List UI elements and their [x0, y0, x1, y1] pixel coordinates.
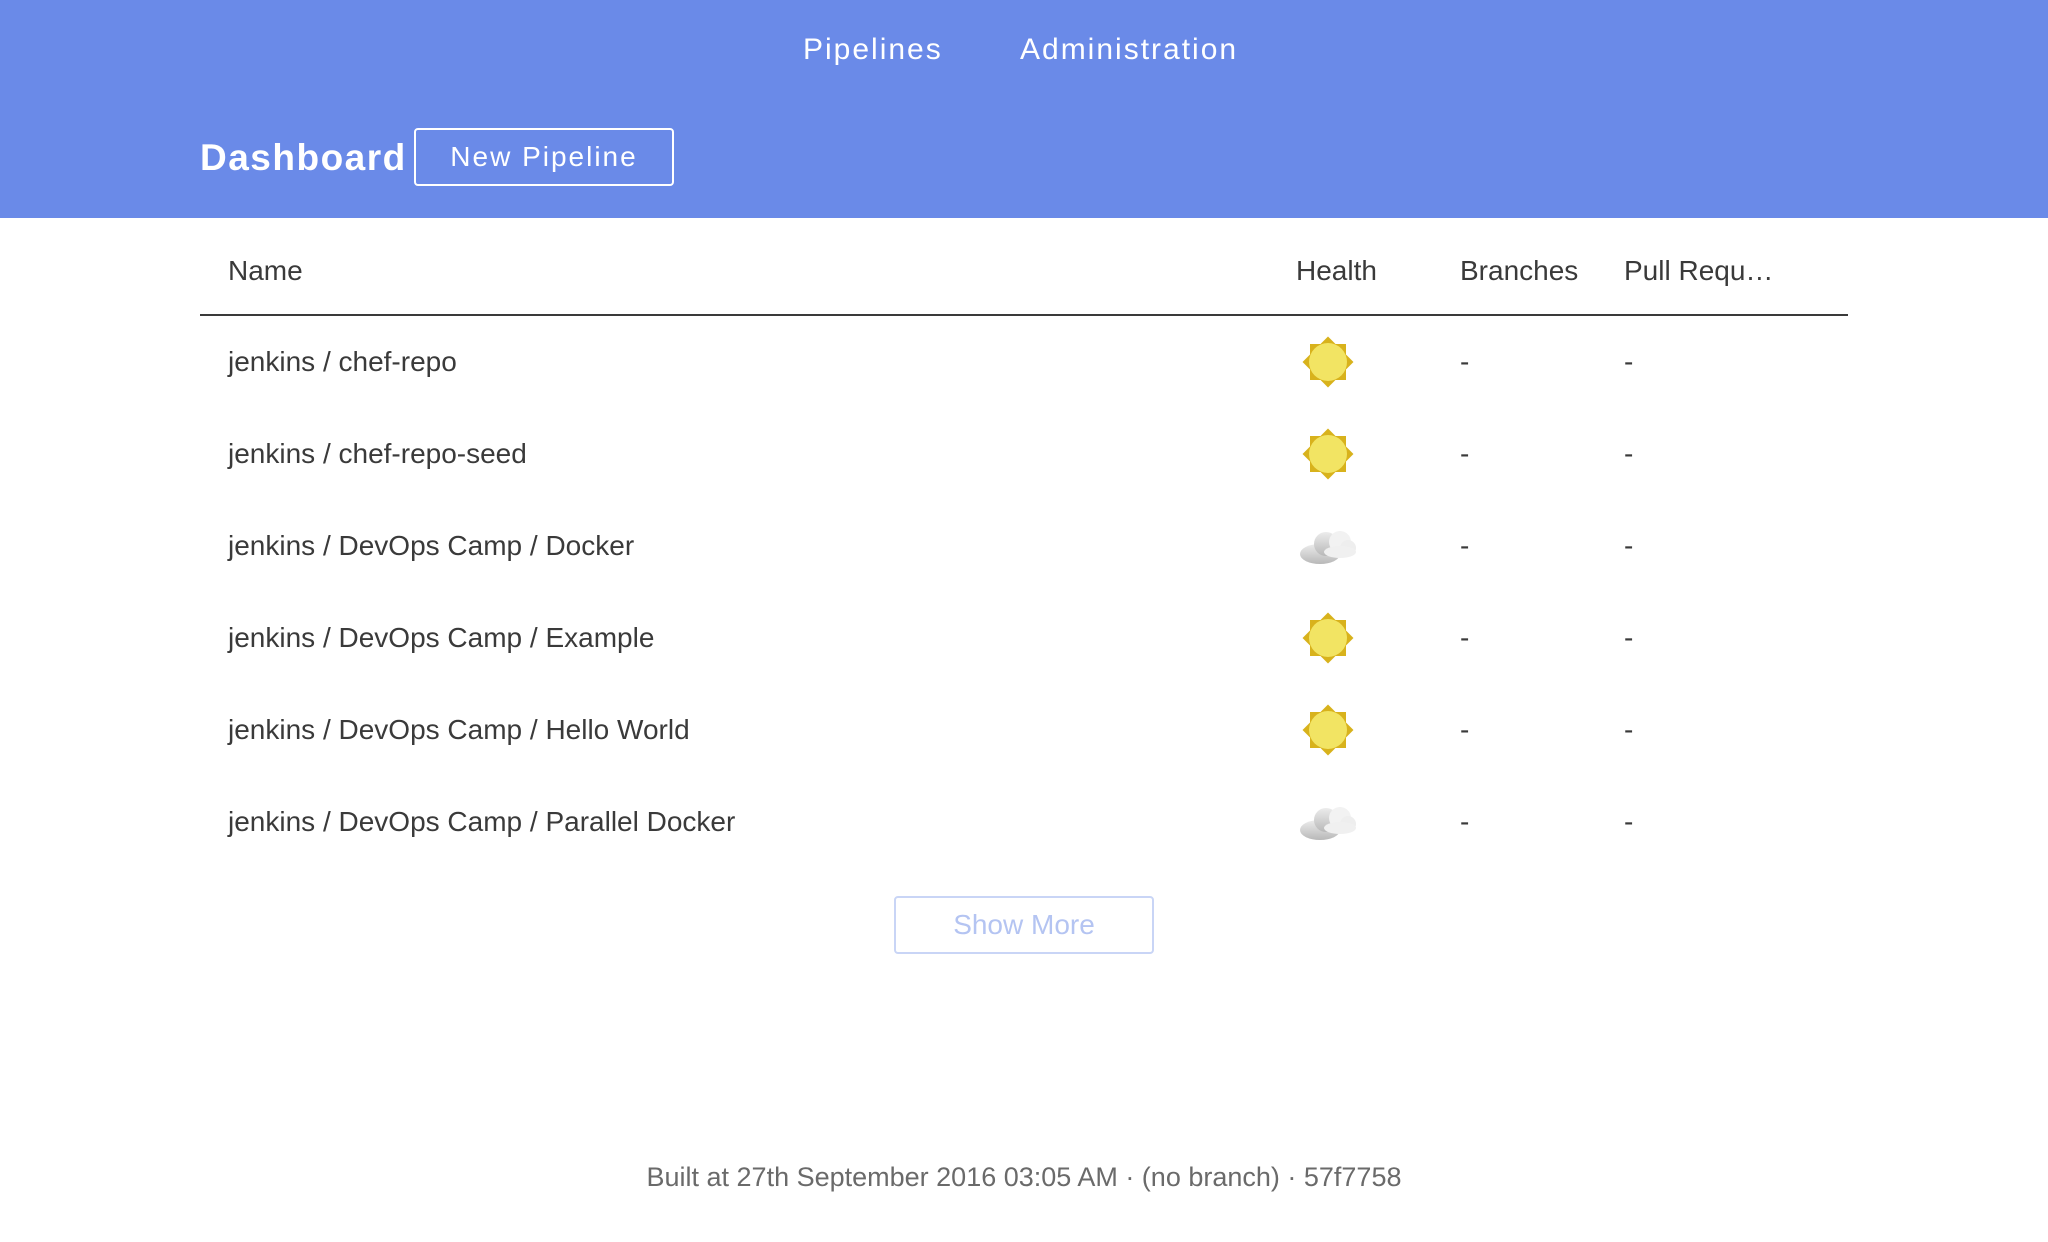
- pipeline-name[interactable]: jenkins / DevOps Camp / Docker: [228, 529, 634, 563]
- column-header-pull-requests[interactable]: Pull Requ…: [1624, 254, 1773, 288]
- build-info-footer: Built at 27th September 2016 03:05 AM · …: [646, 1162, 1402, 1192]
- table-body: jenkins / chef-repo - - jenkins / chef-rep…: [200, 316, 1848, 868]
- table-row[interactable]: jenkins / DevOps Camp / Docker - -: [200, 500, 1848, 592]
- sunny-icon: [1296, 608, 1360, 668]
- table-row[interactable]: jenkins / DevOps Camp / Example - -: [200, 592, 1848, 684]
- cloudy-icon: [1296, 516, 1360, 576]
- nav-link-pipelines[interactable]: Pipelines: [803, 30, 943, 70]
- pipeline-name[interactable]: jenkins / DevOps Camp / Hello World: [228, 713, 690, 747]
- pull-requests-count: -: [1624, 806, 1634, 837]
- pull-requests-count: -: [1624, 438, 1634, 469]
- table-header: Name Health Branches Pull Requ…: [200, 218, 1848, 316]
- new-pipeline-button[interactable]: New Pipeline: [414, 128, 674, 186]
- branches-count: -: [1460, 806, 1470, 837]
- page-title: Dashboard: [200, 137, 407, 178]
- table-row[interactable]: jenkins / chef-repo - -: [200, 316, 1848, 408]
- table-row[interactable]: jenkins / DevOps Camp / Hello World - -: [200, 684, 1848, 776]
- nav-link-administration[interactable]: Administration: [1020, 30, 1238, 70]
- pull-requests-count: -: [1624, 622, 1634, 653]
- column-header-branches[interactable]: Branches: [1460, 254, 1578, 288]
- pull-requests-count: -: [1624, 346, 1634, 377]
- top-navigation: Pipelines Administration: [0, 30, 2048, 70]
- pipeline-name[interactable]: jenkins / DevOps Camp / Parallel Docker: [228, 805, 735, 839]
- pipelines-table: Name Health Branches Pull Requ… jenkins …: [200, 218, 1848, 868]
- branches-count: -: [1460, 346, 1470, 377]
- sunny-icon: [1296, 700, 1360, 760]
- table-row[interactable]: jenkins / chef-repo-seed - -: [200, 408, 1848, 500]
- sunny-icon: [1296, 424, 1360, 484]
- branches-count: -: [1460, 714, 1470, 745]
- sunny-icon: [1296, 332, 1360, 392]
- branches-count: -: [1460, 438, 1470, 469]
- cloudy-icon: [1296, 792, 1360, 852]
- branches-count: -: [1460, 530, 1470, 561]
- pipeline-name[interactable]: jenkins / DevOps Camp / Example: [228, 621, 654, 655]
- show-more-button[interactable]: Show More: [894, 896, 1154, 954]
- pull-requests-count: -: [1624, 530, 1634, 561]
- app-header: Pipelines Administration Dashboard New P…: [0, 0, 2048, 218]
- pull-requests-count: -: [1624, 714, 1634, 745]
- table-row[interactable]: jenkins / DevOps Camp / Parallel Docker …: [200, 776, 1848, 868]
- branches-count: -: [1460, 622, 1470, 653]
- pipeline-name[interactable]: jenkins / chef-repo-seed: [228, 437, 527, 471]
- column-header-health[interactable]: Health: [1296, 254, 1377, 288]
- column-header-name[interactable]: Name: [228, 254, 303, 288]
- pipeline-name[interactable]: jenkins / chef-repo: [228, 345, 457, 379]
